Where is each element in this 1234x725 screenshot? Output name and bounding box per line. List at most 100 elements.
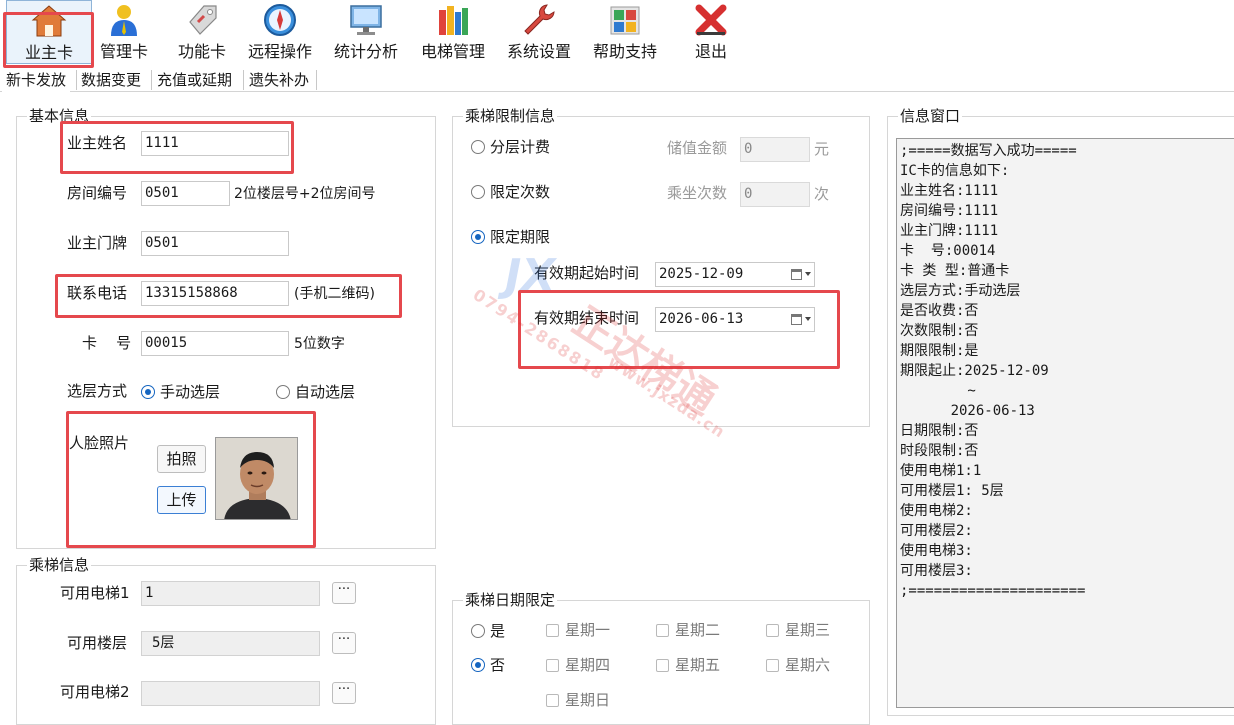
date-limit-no-label: 否: [490, 656, 506, 674]
books-icon: [439, 6, 468, 35]
owner-name-field[interactable]: 1111: [141, 131, 289, 156]
ride-count-label: 乘坐次数: [667, 184, 728, 202]
thursday-checkbox[interactable]: [546, 659, 559, 672]
toolbar-remote-button[interactable]: 远程操作: [237, 0, 323, 64]
card-number-hint: 5位数字: [294, 336, 345, 352]
elevator2-field[interactable]: [141, 681, 320, 706]
house-icon: [31, 5, 67, 37]
watermark-logo: JX: [505, 250, 556, 301]
end-date-picker[interactable]: 2026-06-13: [655, 307, 815, 332]
person-icon: [111, 5, 137, 36]
face-photo-label: 人脸照片: [69, 434, 130, 452]
floor1-label: 可用楼层: [67, 634, 128, 652]
room-number-label: 房间编号: [67, 184, 128, 202]
elevator1-field[interactable]: 1: [141, 581, 320, 606]
capture-photo-button[interactable]: 拍照: [157, 445, 206, 473]
tab-recharge-extend[interactable]: 充值或延期: [153, 68, 236, 92]
tuesday-checkbox[interactable]: [656, 624, 669, 637]
calendar-icon: [791, 314, 802, 325]
tab-data-change[interactable]: 数据变更: [77, 68, 145, 92]
door-plate-label: 业主门牌: [67, 234, 128, 252]
card-number-field[interactable]: 00015: [141, 331, 289, 356]
start-date-picker[interactable]: 2025-12-09: [655, 262, 815, 287]
exit-x-icon: [695, 4, 727, 36]
calendar-icon: [791, 269, 802, 280]
auto-floor-radio[interactable]: [276, 385, 290, 399]
basic-info-title: 基本信息: [27, 106, 92, 126]
date-limit-yes-label: 是: [490, 622, 506, 640]
start-date-value: 2025-12-09: [659, 266, 744, 282]
monday-checkbox[interactable]: [546, 624, 559, 637]
toolbar-admin-card-button[interactable]: 管理卡: [81, 0, 167, 64]
wrench-icon: [524, 4, 555, 35]
map-icon: [610, 6, 640, 35]
date-limit-no-radio[interactable]: [471, 658, 485, 672]
date-limit-yes-radio[interactable]: [471, 624, 485, 638]
friday-checkbox[interactable]: [656, 659, 669, 672]
chevron-down-icon: [805, 317, 811, 321]
friday-label: 星期五: [675, 656, 721, 674]
elevator1-more-button[interactable]: ···: [332, 582, 356, 604]
toolbar-owner-card-button[interactable]: 业主卡: [6, 0, 92, 64]
floor-fee-label: 分层计费: [490, 138, 551, 156]
monday-label: 星期一: [565, 621, 611, 639]
floor1-more-button[interactable]: ···: [332, 632, 356, 654]
manual-floor-radio[interactable]: [141, 385, 155, 399]
toolbar-stats-button[interactable]: 统计分析: [323, 0, 409, 64]
face-photo-image: [215, 437, 298, 520]
owner-name-label: 业主姓名: [67, 134, 128, 152]
phone-field[interactable]: 13315158868: [141, 281, 289, 306]
info-window-text[interactable]: ;=====数据写入成功===== IC卡的信息如下: 业主姓名:1111 房间…: [896, 138, 1234, 708]
toolbar-function-card-button[interactable]: 功能卡: [159, 0, 245, 64]
upload-photo-button[interactable]: 上传: [157, 486, 206, 514]
room-number-field[interactable]: 0501: [141, 181, 230, 206]
wednesday-label: 星期三: [785, 621, 831, 639]
room-number-hint: 2位楼层号+2位房间号: [234, 186, 376, 202]
stored-value-field[interactable]: 0: [740, 137, 810, 162]
date-limit-title: 乘梯日期限定: [463, 590, 558, 610]
info-window-title: 信息窗口: [898, 106, 963, 126]
thursday-label: 星期四: [565, 656, 611, 674]
toolbar-elevator-button[interactable]: 电梯管理: [410, 0, 496, 64]
toolbar-help-button[interactable]: 帮助支持: [582, 0, 668, 64]
elevator1-label: 可用电梯1: [60, 584, 130, 602]
stored-value-label: 储值金额: [667, 139, 728, 157]
limit-times-label: 限定次数: [490, 183, 551, 201]
limit-period-radio[interactable]: [471, 230, 485, 244]
floor-mode-label: 选层方式: [67, 382, 128, 400]
limit-period-label: 限定期限: [490, 228, 551, 246]
door-plate-field[interactable]: 0501: [141, 231, 289, 256]
ride-count-unit: 次: [814, 185, 830, 203]
elevator2-label: 可用电梯2: [60, 683, 130, 701]
floor1-field[interactable]: 5层: [141, 631, 320, 656]
saturday-checkbox[interactable]: [766, 659, 779, 672]
wednesday-checkbox[interactable]: [766, 624, 779, 637]
phone-hint: (手机二维码): [294, 286, 375, 302]
face-photo-portrait: [216, 438, 297, 519]
tab-bar: 新卡发放 数据变更 充值或延期 遗失补办: [0, 68, 1234, 92]
elevator-info-title: 乘梯信息: [27, 555, 92, 575]
elevator2-more-button[interactable]: ···: [332, 682, 356, 704]
tag-icon: [189, 5, 217, 35]
ride-limit-title: 乘梯限制信息: [463, 106, 558, 126]
tab-reissue[interactable]: 遗失补办: [245, 68, 313, 92]
saturday-label: 星期六: [785, 656, 831, 674]
stored-value-unit: 元: [814, 140, 830, 158]
tuesday-label: 星期二: [675, 621, 721, 639]
ride-count-field[interactable]: 0: [740, 182, 810, 207]
manual-floor-label: 手动选层: [160, 383, 221, 401]
toolbar-settings-button[interactable]: 系统设置: [496, 0, 582, 64]
sunday-checkbox[interactable]: [546, 694, 559, 707]
phone-label: 联系电话: [67, 284, 128, 302]
toolbar-exit-button[interactable]: 退出: [668, 0, 754, 64]
chevron-down-icon: [805, 272, 811, 276]
toolbar: 业主卡 管理卡 功能卡 远程操作 统计分析 电梯管理 系统设置 帮助支持 退出: [0, 0, 1234, 66]
monitor-icon: [350, 5, 382, 35]
limit-times-radio[interactable]: [471, 185, 485, 199]
compass-icon: [264, 4, 296, 36]
tab-new-card[interactable]: 新卡发放: [2, 68, 71, 92]
card-number-label: 卡 号: [82, 334, 132, 352]
auto-floor-label: 自动选层: [295, 383, 356, 401]
floor-fee-radio[interactable]: [471, 140, 485, 154]
end-date-value: 2026-06-13: [659, 311, 744, 327]
